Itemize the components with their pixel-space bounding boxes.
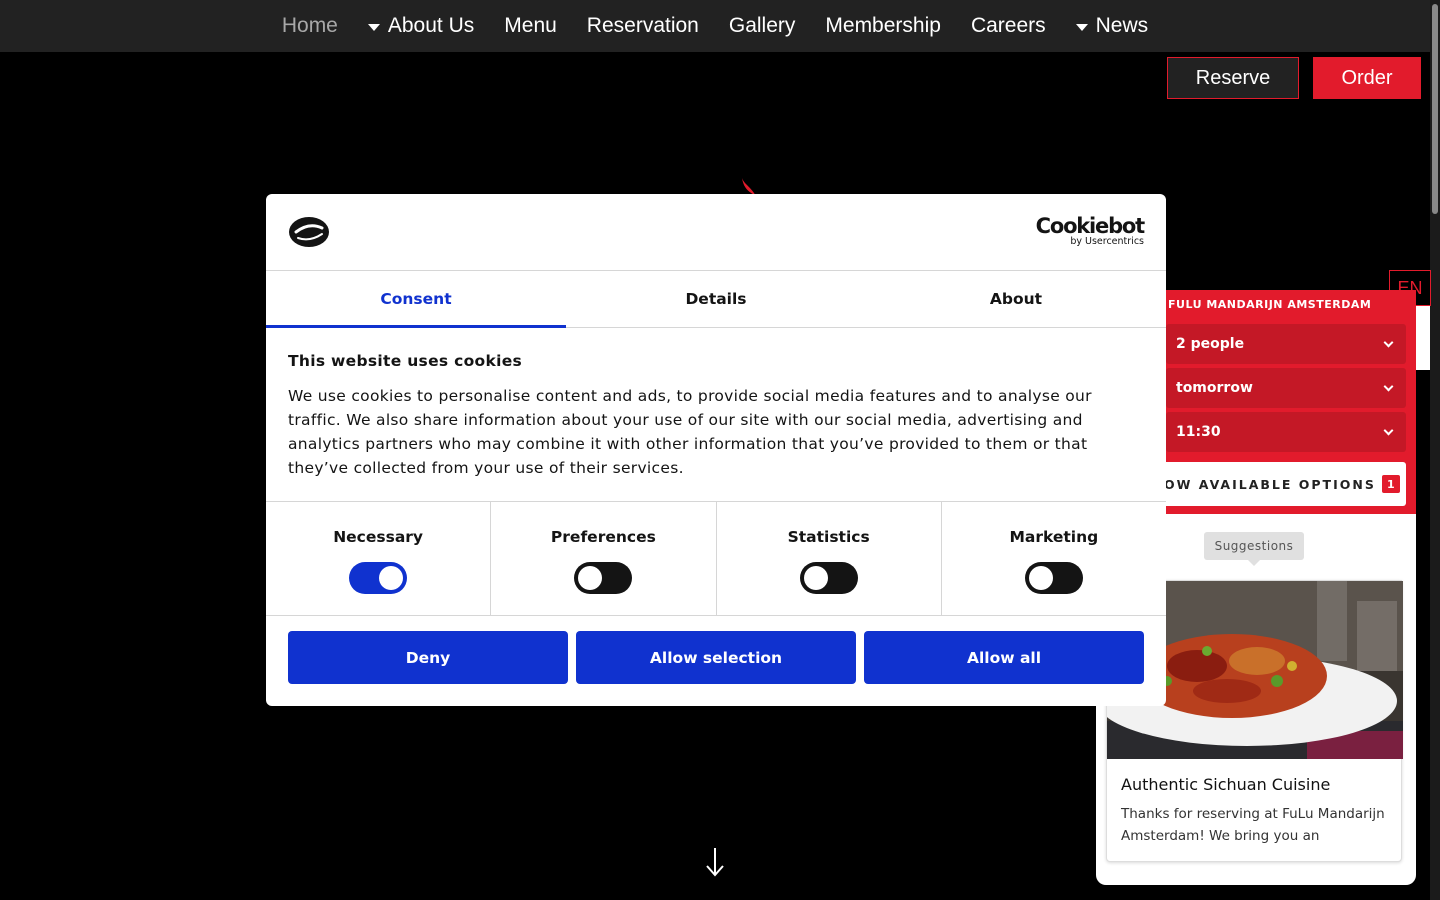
- chevron-down-icon: [1383, 425, 1394, 435]
- toggle-knob: [803, 566, 828, 590]
- tab-consent[interactable]: Consent: [266, 271, 566, 328]
- category-statistics: Statistics: [717, 502, 942, 615]
- options-count-badge: 1: [1381, 475, 1400, 493]
- time-select[interactable]: 11:30: [1166, 412, 1406, 452]
- restaurant-name: FULU MANDARIJN AMSTERDAM: [1168, 298, 1372, 311]
- arrow-down-icon[interactable]: [704, 846, 726, 878]
- caret-down-icon: [1075, 23, 1088, 31]
- nav-item-menu[interactable]: Menu: [489, 14, 572, 38]
- party-size-select[interactable]: 2 people: [1166, 324, 1406, 364]
- allow-selection-button[interactable]: Allow selection: [576, 631, 856, 684]
- cookiebot-logo[interactable]: Cookiebot by Usercentrics: [1035, 214, 1146, 247]
- allow-all-button[interactable]: Allow all: [864, 631, 1144, 684]
- category-preferences: Preferences: [491, 502, 717, 615]
- side-tab: [1416, 306, 1430, 370]
- deny-button[interactable]: Deny: [288, 631, 568, 684]
- category-label: Preferences: [550, 528, 656, 546]
- nav-item-membership[interactable]: Membership: [810, 14, 956, 38]
- nav-label: Reservation: [586, 14, 699, 37]
- nav-label: About Us: [387, 14, 475, 37]
- category-label: Statistics: [787, 528, 870, 546]
- chevron-down-icon: [1383, 381, 1394, 391]
- marketing-toggle[interactable]: [1024, 562, 1083, 594]
- page-scrollbar[interactable]: [1430, 0, 1440, 900]
- dialog-description: We use cookies to personalise content an…: [288, 387, 1092, 477]
- dialog-header: Cookiebot by Usercentrics: [266, 194, 1166, 271]
- scrollbar-thumb[interactable]: [1432, 4, 1438, 214]
- top-navigation: Home About Us Menu Reservation Gallery M…: [0, 0, 1430, 52]
- category-marketing: Marketing: [942, 502, 1166, 615]
- nav-item-reservation[interactable]: Reservation: [572, 14, 714, 38]
- suggestions-label: Suggestions: [1204, 532, 1304, 566]
- nav-label: Careers: [970, 14, 1046, 37]
- nav-label: Menu: [504, 14, 557, 37]
- dialog-body: This website uses cookies We use cookies…: [288, 352, 1128, 480]
- cookie-categories: Necessary Preferences Statistics Marketi…: [266, 501, 1166, 616]
- site-logo-icon: [289, 217, 329, 247]
- nav-item-about-us[interactable]: About Us: [353, 14, 489, 38]
- statistics-toggle[interactable]: [799, 562, 858, 594]
- chevron-down-icon: [1383, 337, 1394, 347]
- toggle-knob: [578, 566, 603, 590]
- order-button[interactable]: Order: [1313, 57, 1421, 99]
- show-options-button[interactable]: OW AVAILABLE OPTIONS 1: [1136, 462, 1406, 506]
- tab-about[interactable]: About: [866, 271, 1166, 327]
- nav-label: Gallery: [728, 14, 796, 37]
- toggle-knob: [1028, 566, 1053, 590]
- category-necessary: Necessary: [266, 502, 492, 615]
- toggle-knob: [379, 566, 404, 590]
- nav-item-careers[interactable]: Careers: [956, 14, 1061, 38]
- dialog-tabs: Consent Details About: [266, 271, 1166, 328]
- nav-label: Home: [281, 14, 338, 37]
- nav-item-gallery[interactable]: Gallery: [714, 14, 811, 38]
- card-title: Authentic Sichuan Cuisine: [1121, 775, 1331, 794]
- nav-label: Membership: [825, 14, 941, 37]
- options-label: OW AVAILABLE OPTIONS: [1164, 476, 1376, 492]
- select-value: 2 people: [1176, 336, 1245, 352]
- cookie-consent-dialog: Cookiebot by Usercentrics Consent Detail…: [266, 194, 1166, 706]
- select-value: tomorrow: [1176, 380, 1253, 396]
- category-label: Marketing: [1009, 528, 1099, 546]
- card-text: Thanks for reserving at FuLu Mandarijn A…: [1121, 806, 1385, 844]
- nav-label: News: [1095, 14, 1149, 37]
- dialog-heading: This website uses cookies: [288, 352, 523, 370]
- brand-name: Cookiebot: [1035, 214, 1146, 238]
- necessary-toggle[interactable]: [349, 562, 408, 594]
- nav-item-news[interactable]: News: [1061, 14, 1164, 38]
- preferences-toggle[interactable]: [574, 562, 633, 594]
- dialog-actions: Deny Allow selection Allow all: [288, 631, 1144, 684]
- nav-item-home[interactable]: Home: [267, 14, 353, 38]
- reserve-button[interactable]: Reserve: [1167, 57, 1299, 99]
- select-value: 11:30: [1176, 424, 1221, 440]
- caret-down-icon: [367, 23, 380, 31]
- tab-details[interactable]: Details: [566, 271, 866, 327]
- date-select[interactable]: tomorrow: [1166, 368, 1406, 408]
- category-label: Necessary: [333, 528, 424, 546]
